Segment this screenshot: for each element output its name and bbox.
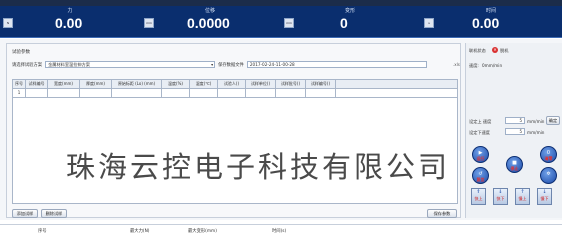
fast-down-button[interactable]: ⇓ 快下 [493, 188, 508, 205]
status-value: 脱机 [500, 48, 509, 53]
table-cell[interactable] [246, 89, 276, 97]
arrow-up-small-icon: ↑ [520, 189, 525, 195]
test-params-panel: 试验参数 请选择试验方案 金属材料室温拉伸方案 ▾ 保存数据文件 2017-02… [6, 43, 461, 218]
scheme-row: 请选择试验方案 金属材料室温拉伸方案 ▾ 保存数据文件 2017-02-24-1… [12, 61, 427, 68]
footer-col-time: 时间(s) [272, 229, 287, 234]
footer-col-index: 序号 [38, 229, 47, 234]
table-cell[interactable] [48, 89, 80, 97]
section-title: 试验参数 [12, 50, 30, 55]
main-area: 试验参数 请选择试验方案 金属材料室温拉伸方案 ▾ 保存数据文件 2017-02… [0, 39, 562, 220]
down-speed-input[interactable]: 5 [505, 128, 525, 135]
time-label: 时间 [485, 8, 496, 14]
up-speed-unit: mm/min [527, 119, 545, 124]
save-file-suffix: .xls [453, 62, 460, 67]
time-unit-icon[interactable]: s [424, 18, 434, 28]
confirm-button[interactable]: 确定 [546, 116, 560, 125]
fast-up-label: 快上 [474, 196, 483, 201]
table-cell[interactable] [218, 89, 246, 97]
reset-button[interactable]: ↺ 复位 [472, 167, 489, 184]
table-cell[interactable] [276, 89, 306, 97]
deformation-readout: 变形 mm 0 [280, 6, 420, 38]
scheme-value: 金属材料室温拉伸方案 [48, 62, 90, 67]
time-readout: 时间 s 0.00 [420, 6, 562, 38]
fast-down-label: 快下 [496, 196, 505, 201]
col-header: 试样编号() [306, 80, 336, 88]
offline-icon: ✕ [492, 47, 498, 53]
displacement-value: 0.0000 [187, 15, 230, 31]
force-readout: 力 N 0.00 [0, 6, 140, 38]
displacement-readout: 位移 mm 0.0000 [140, 6, 280, 38]
col-header: 原始标距 (Lo) (mm) [112, 80, 162, 88]
status-label: 联机状态 [469, 48, 486, 53]
clear-button[interactable]: 0 清零 [540, 146, 557, 163]
gear-icon: ✲ [546, 171, 551, 177]
table-header: 序号 试样编号 宽度(mm) 厚度(mm) 原始标距 (Lo) (mm) 温度(… [13, 80, 457, 89]
table-cell[interactable]: 1 [13, 89, 26, 97]
displacement-label: 位移 [204, 8, 215, 14]
col-header: 温度(%) [162, 80, 190, 88]
slow-up-label: 慢上 [518, 196, 527, 201]
scheme-label: 请选择试验方案 [12, 62, 43, 68]
col-header: 厚度(mm) [80, 80, 112, 88]
col-header: 宽度(mm) [48, 80, 80, 88]
col-header: 湿度(℃) [190, 80, 218, 88]
fast-up-button[interactable]: ⇑ 快上 [471, 188, 486, 205]
slow-down-label: 慢下 [540, 196, 549, 201]
company-watermark: 珠海云控电子科技有限公司 [66, 150, 451, 184]
col-header: 试验人() [218, 80, 246, 88]
delete-sample-button[interactable]: 删除试样 [41, 209, 67, 218]
time-value: 0.00 [472, 15, 500, 31]
table-cell[interactable] [190, 89, 218, 97]
table-cell[interactable] [112, 89, 162, 97]
readout-panel: 力 N 0.00 位移 mm 0.0000 变形 mm 0 时间 s 0.00 [0, 6, 562, 38]
table-cell[interactable] [26, 89, 48, 97]
col-header: 试样编号 [26, 80, 48, 88]
run-label: 运行 [476, 156, 485, 161]
arrow-down-icon: ⇓ [498, 189, 503, 195]
speed-value: 0mm/min [482, 63, 503, 68]
displacement-unit-icon[interactable]: mm [144, 18, 154, 28]
chevron-down-icon[interactable]: ▾ [211, 62, 213, 67]
col-header: 试样单位() [246, 80, 276, 88]
save-file-input[interactable]: 2017-02-24-11-00-28 [246, 61, 427, 68]
clear-label: 清零 [544, 156, 553, 161]
slow-down-button[interactable]: ↓ 慢下 [537, 188, 552, 205]
settings-button[interactable]: ✲ [540, 167, 557, 184]
up-speed-input[interactable]: 5 [505, 117, 525, 124]
table-cell[interactable] [306, 89, 336, 97]
table-cell[interactable] [162, 89, 190, 97]
footer-col-max-force: 最大力(N) [130, 229, 150, 234]
deformation-unit-icon[interactable]: mm [284, 18, 294, 28]
run-button[interactable]: ▶ 运行 [472, 146, 489, 163]
table-row[interactable]: 1 [13, 89, 457, 98]
control-panel: 联机状态 ✕ 脱机 速度: 0mm/min 设定上 速度 5 mm/min 确定… [465, 43, 562, 218]
down-speed-label: 设定下速度 [469, 130, 490, 135]
col-header: 试样批号() [276, 80, 306, 88]
add-sample-button[interactable]: 添加试样 [12, 209, 38, 218]
results-footer: 序号 最大力(N) 最大变形(mm) 时间(s) [0, 224, 562, 238]
footer-col-max-deformation: 最大变形(mm) [188, 229, 217, 234]
arrow-down-small-icon: ↓ [542, 189, 547, 195]
stop-button[interactable]: ■ 停止 [506, 156, 523, 173]
scheme-select[interactable]: 金属材料室温拉伸方案 ▾ [45, 61, 216, 68]
speed-label: 速度: [469, 63, 479, 68]
save-params-button[interactable]: 保存参数 [427, 209, 457, 218]
deformation-label: 变形 [344, 8, 355, 14]
up-speed-label: 设定上 速度 [469, 119, 492, 124]
deformation-value: 0 [340, 15, 348, 31]
save-file-label: 保存数据文件 [218, 62, 244, 68]
slow-up-button[interactable]: ↑ 慢上 [515, 188, 530, 205]
col-header: 序号 [13, 80, 26, 88]
reset-label: 复位 [476, 177, 485, 182]
table-cell[interactable] [80, 89, 112, 97]
force-unit-icon[interactable]: N [3, 18, 13, 28]
down-speed-unit: mm/min [527, 130, 545, 135]
stop-label: 停止 [510, 166, 519, 171]
arrow-up-icon: ⇑ [476, 189, 481, 195]
force-value: 0.00 [55, 15, 83, 31]
force-label: 力 [67, 8, 73, 14]
